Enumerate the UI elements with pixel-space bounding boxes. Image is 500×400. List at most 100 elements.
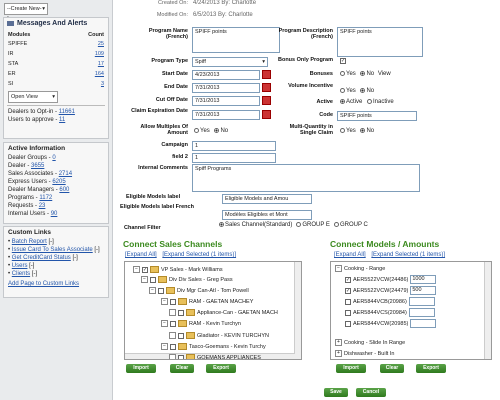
multi-qty-yes-radio[interactable]: [340, 128, 345, 133]
active-info-count-link[interactable]: 0: [52, 155, 55, 161]
allow-multiples-yes-radio[interactable]: [194, 128, 199, 133]
model-checkbox[interactable]: [345, 320, 351, 327]
custom-link[interactable]: Users: [12, 263, 28, 269]
active-info-count-link[interactable]: 90: [51, 211, 58, 217]
active-info-count-link[interactable]: 3655: [31, 163, 44, 169]
bonuses-no-radio[interactable]: [360, 71, 366, 76]
module-count-link[interactable]: 17: [98, 61, 104, 67]
tree-node[interactable]: − Div Mgr Can-Atl - Tom Powell: [149, 287, 249, 294]
calendar-icon[interactable]: [262, 110, 271, 119]
expand-toggle-icon[interactable]: [169, 332, 176, 339]
sales-import-button[interactable]: Import: [126, 364, 156, 373]
cutoff-date-input[interactable]: 7/31/2013: [192, 96, 260, 106]
tree-checkbox[interactable]: [150, 276, 156, 283]
calendar-icon[interactable]: [262, 83, 271, 92]
open-view-select[interactable]: Open View ▾: [8, 91, 58, 103]
expand-toggle-icon[interactable]: +: [335, 350, 342, 357]
expand-toggle-icon[interactable]: −: [161, 343, 168, 350]
expand-toggle-icon[interactable]: +: [335, 339, 342, 346]
model-amount-input[interactable]: [408, 308, 435, 317]
expand-toggle-icon[interactable]: −: [335, 265, 342, 272]
expand-toggle-icon[interactable]: [169, 309, 176, 316]
custom-link[interactable]: Get CreditCard Status: [12, 255, 71, 261]
models-export-button[interactable]: Export: [416, 364, 446, 373]
model-group-node[interactable]: + Dishwasher - Built In: [335, 350, 394, 357]
model-checkbox[interactable]: [345, 309, 351, 316]
model-group-node[interactable]: − Cooking - Range: [335, 265, 385, 272]
expand-toggle-icon[interactable]: −: [161, 320, 168, 327]
tree-checkbox[interactable]: [170, 320, 176, 327]
tree-node[interactable]: Gladiator - KEVIN TURCHYN: [169, 332, 269, 339]
custom-link[interactable]: Batch Report: [12, 239, 47, 245]
models-tree[interactable]: − Cooking - Range ✓ AER5522VCW(24486) 1000 ✓ A…: [330, 261, 492, 360]
users-approve-link[interactable]: 11: [59, 117, 65, 123]
end-date-input[interactable]: 7/31/2013: [192, 83, 260, 93]
sales-expand-all-link[interactable]: [Expand All]: [125, 252, 157, 258]
field2-input[interactable]: 1: [192, 153, 276, 163]
tree-node[interactable]: − Div Div Sales - Greg Pass: [141, 276, 233, 283]
model-checkbox[interactable]: [345, 298, 351, 305]
bonus-only-checkbox[interactable]: ✓: [340, 58, 346, 64]
channel-filter-option[interactable]: GROUP C: [333, 222, 368, 228]
tree-node[interactable]: GOEMANS APPLIANCES: [169, 354, 261, 359]
expand-toggle-icon[interactable]: [169, 354, 176, 359]
model-amount-input[interactable]: 1000: [410, 275, 437, 284]
model-checkbox[interactable]: ✓: [345, 276, 351, 283]
tree-node[interactable]: − ✓ VP Sales - Mark Williams: [133, 266, 223, 273]
models-expand-all-link[interactable]: [Expand All]: [334, 252, 366, 258]
models-clear-button[interactable]: Clear: [380, 364, 404, 373]
create-new-select[interactable]: --Create New--▾: [4, 3, 48, 20]
active-info-count-link[interactable]: 23: [39, 203, 46, 209]
channel-filter-option[interactable]: Sales Channel(Standard): [219, 222, 292, 228]
custom-link[interactable]: Issue Card To Sales Associate: [12, 247, 93, 253]
internal-comments-input[interactable]: Spiff Programs: [192, 164, 420, 192]
active-info-count-link[interactable]: 1172: [39, 195, 52, 201]
volume-no-radio[interactable]: [360, 88, 366, 93]
expand-toggle-icon[interactable]: −: [133, 266, 140, 273]
dealers-optin-link[interactable]: 11661: [59, 109, 75, 115]
model-amount-input[interactable]: [410, 319, 437, 328]
tree-checkbox[interactable]: [170, 343, 176, 350]
volume-yes-radio[interactable]: [340, 88, 345, 93]
tree-checkbox[interactable]: [170, 298, 176, 305]
tree-checkbox[interactable]: [178, 332, 184, 339]
channel-filter-option[interactable]: GROUP E: [296, 222, 330, 228]
tree-node[interactable]: − RAM - Kevin Turchyn: [161, 320, 241, 327]
module-count-link[interactable]: 164: [95, 71, 104, 77]
save-button[interactable]: Save: [324, 388, 348, 397]
claim-expiration-input[interactable]: 7/31/2013: [192, 110, 260, 120]
tree-node[interactable]: − RAM - GAETAN MACHEY: [161, 298, 253, 305]
tree-checkbox[interactable]: ✓: [142, 266, 148, 273]
allow-multiples-no-radio[interactable]: [214, 128, 220, 133]
multi-qty-no-radio[interactable]: [360, 128, 366, 133]
eligible-models-input[interactable]: Eligible Models and Amou: [222, 194, 312, 204]
active-info-count-link[interactable]: 600: [59, 187, 69, 193]
add-page-link[interactable]: Add Page to Custom Links: [8, 281, 79, 287]
start-date-input[interactable]: 4/23/2013: [192, 70, 260, 80]
tree-node[interactable]: Appliance-Can - GAETAN MACH: [169, 309, 278, 316]
model-amount-input[interactable]: [408, 297, 435, 306]
sales-channels-tree[interactable]: − ✓ VP Sales - Mark Williams − Div Div Sales…: [124, 261, 302, 360]
tree-checkbox[interactable]: [158, 287, 164, 294]
inactive-radio[interactable]: [367, 99, 373, 104]
active-info-count-link[interactable]: 2714: [59, 171, 72, 177]
campaign-input[interactable]: 1: [192, 141, 276, 151]
sales-export-button[interactable]: Export: [206, 364, 236, 373]
active-info-count-link[interactable]: 6205: [52, 179, 65, 185]
code-input[interactable]: SPIFF points: [337, 111, 417, 121]
model-checkbox[interactable]: ✓: [345, 287, 351, 294]
module-count-link[interactable]: 25: [98, 41, 104, 47]
active-radio[interactable]: [340, 99, 345, 104]
model-group-node[interactable]: + Cooking - Slide In Range: [335, 339, 405, 346]
expand-toggle-icon[interactable]: −: [161, 298, 168, 305]
model-amount-input[interactable]: 500: [410, 286, 437, 295]
models-expand-selected-link[interactable]: [Expand Selected (1 items)]: [371, 252, 445, 258]
module-count-link[interactable]: 109: [95, 51, 104, 57]
sales-expand-selected-link[interactable]: [Expand Selected (1 items)]: [162, 252, 236, 258]
bonuses-view-link[interactable]: View: [378, 71, 391, 77]
program-type-select[interactable]: Spiff ▾: [192, 57, 268, 67]
expand-toggle-icon[interactable]: −: [141, 276, 148, 283]
program-desc-fr-input[interactable]: SPIFF points: [337, 27, 423, 57]
calendar-icon[interactable]: [262, 70, 271, 79]
calendar-icon[interactable]: [262, 96, 271, 105]
